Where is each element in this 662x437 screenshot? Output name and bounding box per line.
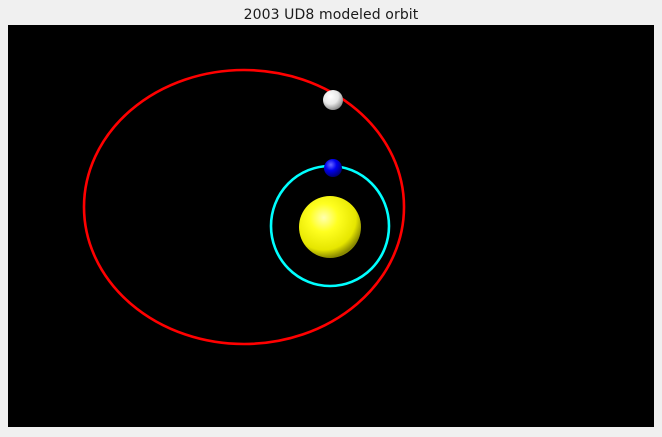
earth-icon bbox=[324, 159, 342, 177]
window-title: 2003 UD8 modeled orbit bbox=[243, 6, 419, 23]
asteroid-orbit-path bbox=[82, 68, 406, 346]
title-bar: 2003 UD8 modeled orbit bbox=[0, 0, 662, 25]
orbit-scene bbox=[82, 68, 406, 346]
sun-icon bbox=[299, 196, 361, 258]
asteroid-icon bbox=[323, 90, 343, 110]
orbit-viewport[interactable] bbox=[8, 25, 654, 427]
orbit-window: 2003 UD8 modeled orbit bbox=[0, 0, 662, 437]
